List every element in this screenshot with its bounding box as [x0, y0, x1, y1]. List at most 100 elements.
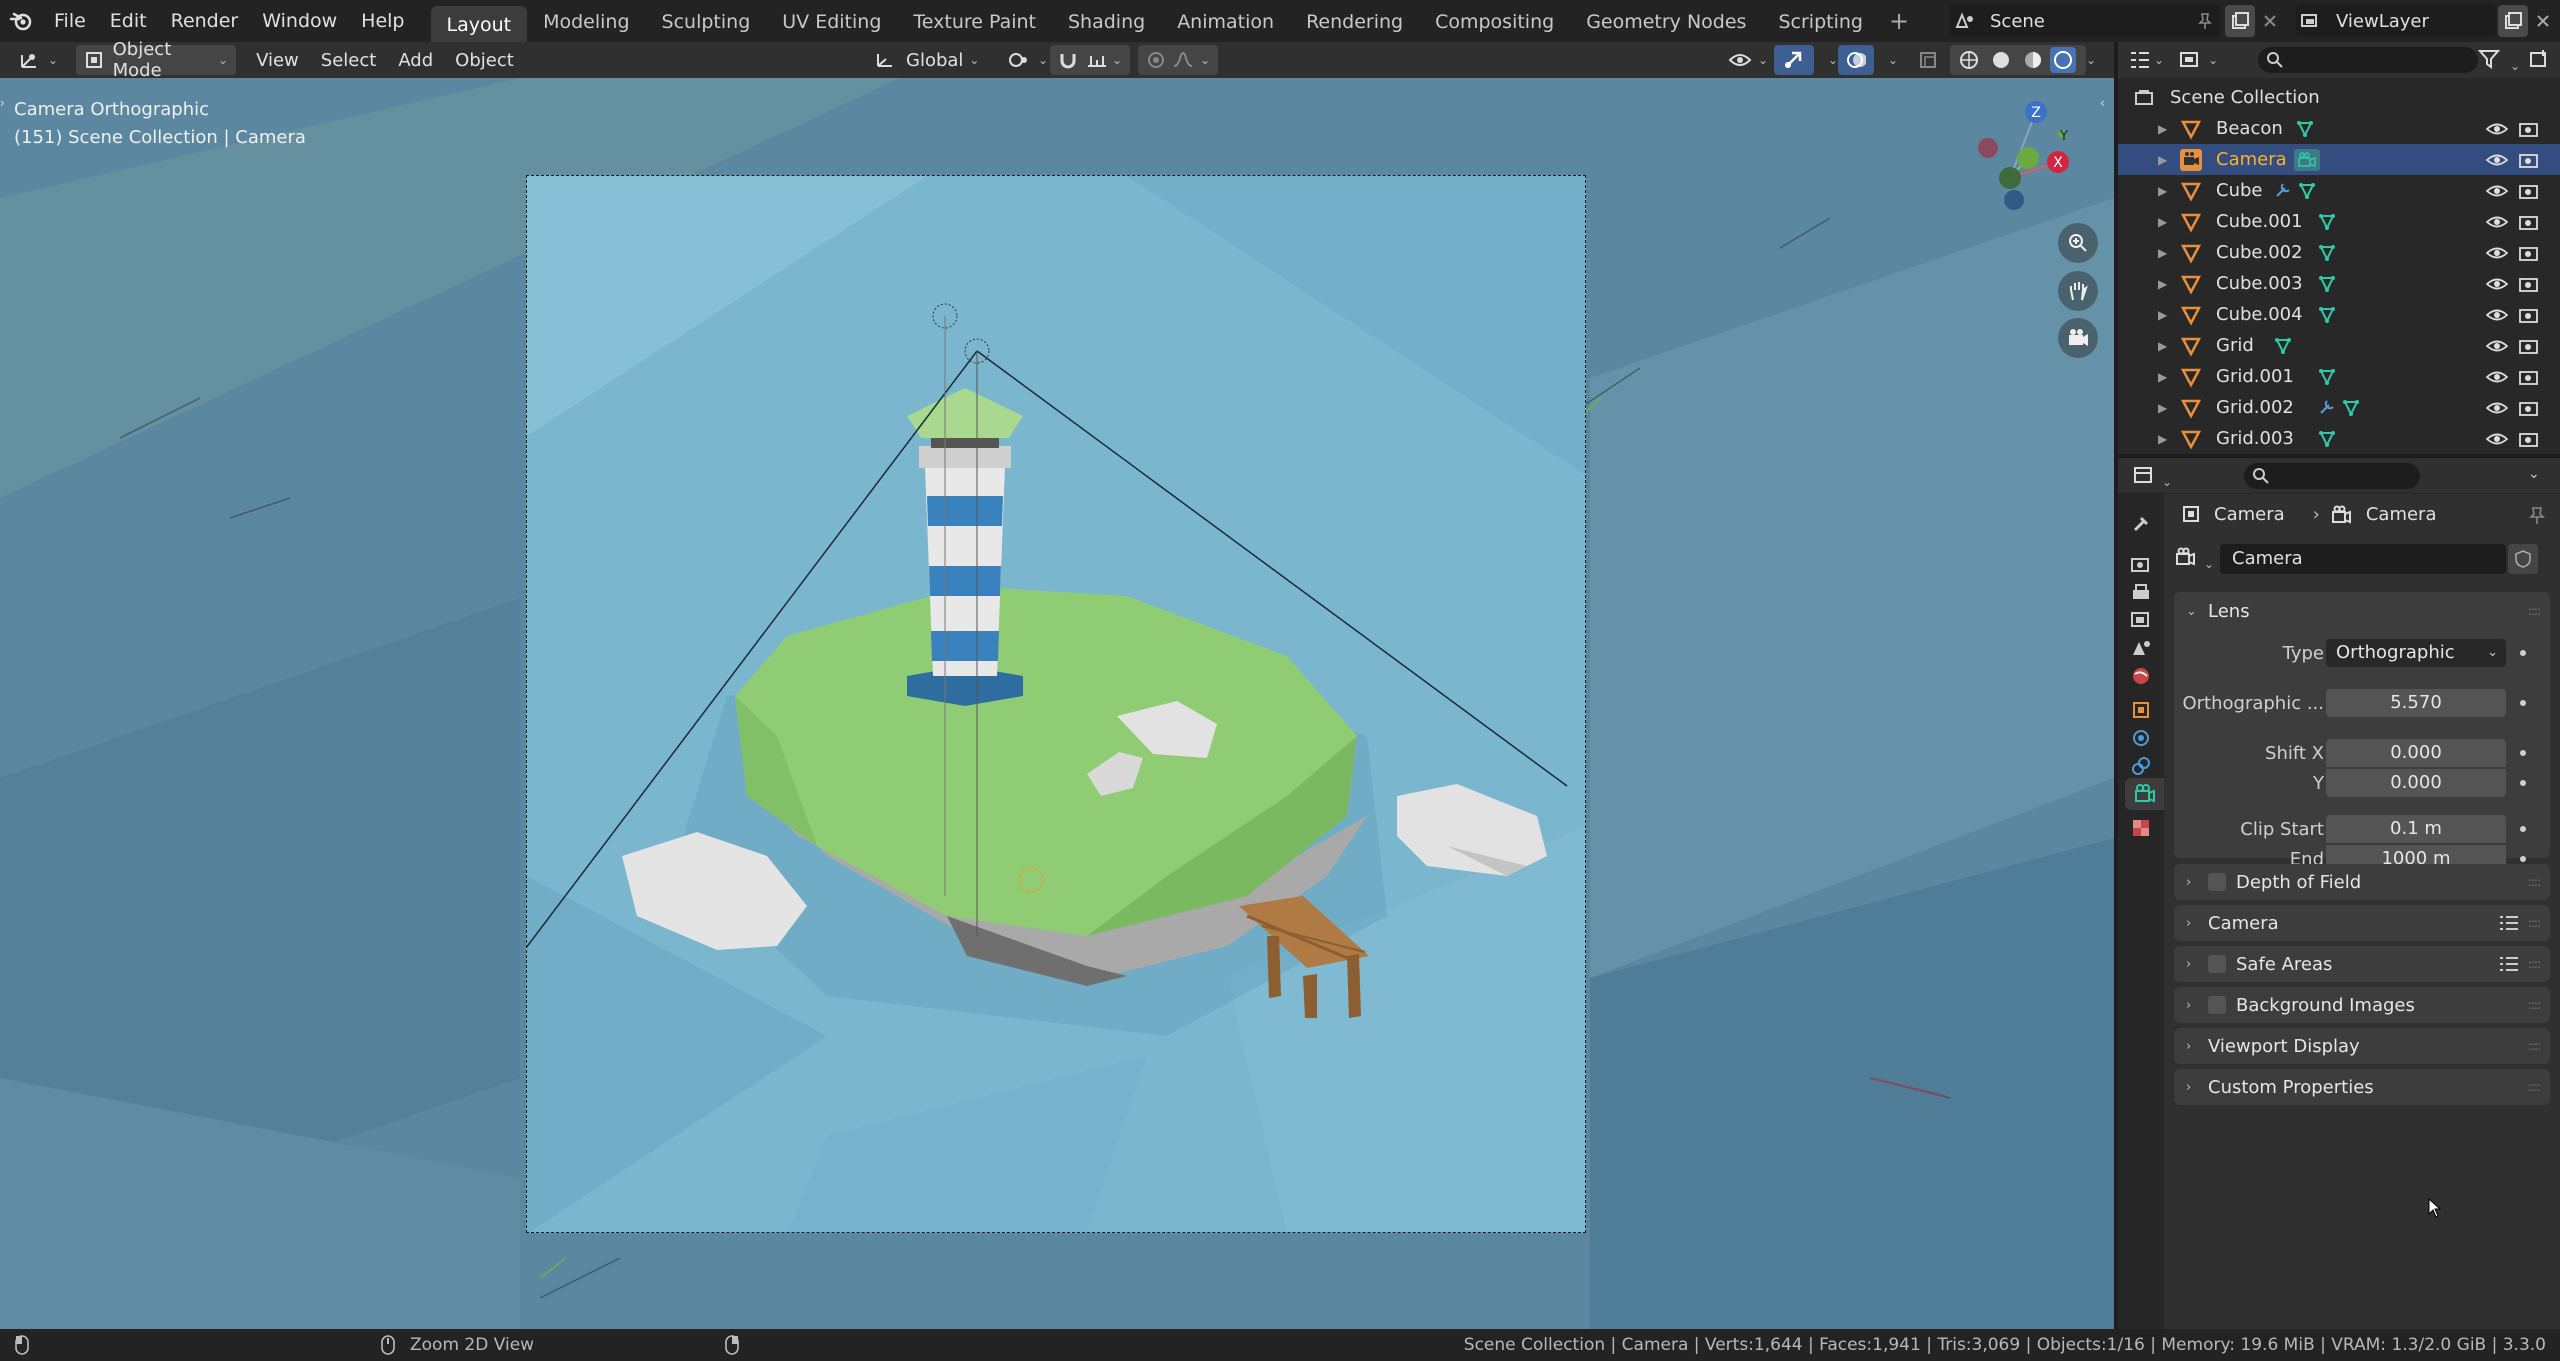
expand-triangle-icon[interactable]: ▶	[2158, 308, 2167, 322]
mesh-data-icon[interactable]	[2318, 244, 2336, 262]
delete-view-layer-icon[interactable]	[2528, 5, 2558, 37]
solid-shading-icon[interactable]	[1990, 49, 2012, 71]
blender-logo-icon[interactable]	[0, 0, 42, 42]
outliner-item[interactable]: ▶ Beacon	[2118, 113, 2560, 144]
modifier-wrench-icon[interactable]	[2318, 398, 2336, 421]
mode-dropdown[interactable]: Object Mode ⌄	[76, 39, 237, 81]
background-images-panel[interactable]: › Background Images::::	[2174, 987, 2550, 1023]
expand-triangle-icon[interactable]: ▶	[2158, 339, 2167, 353]
expand-triangle-icon[interactable]: ▶	[2158, 277, 2167, 291]
drag-handle-icon[interactable]: ::::	[2528, 998, 2541, 1012]
shift-y-field[interactable]: 0.000	[2326, 769, 2506, 797]
outliner-filter-button[interactable]: ⌄	[2477, 48, 2520, 75]
depth-of-field-panel[interactable]: › Depth of Field::::	[2174, 864, 2550, 900]
gizmo-y-axis-icon[interactable]	[2017, 147, 2039, 169]
render-camera-icon[interactable]	[2518, 430, 2540, 448]
shift-x-field[interactable]: 0.000	[2326, 739, 2506, 767]
render-camera-icon[interactable]	[2518, 213, 2540, 231]
outliner-root[interactable]: Scene Collection	[2118, 82, 2560, 113]
camera-data-icon[interactable]	[2294, 148, 2320, 171]
presets-list-icon[interactable]	[2498, 913, 2520, 933]
menu-edit[interactable]: Edit	[98, 0, 159, 42]
tab-geometry-nodes[interactable]: Geometry Nodes	[1570, 0, 1762, 42]
tab-animation[interactable]: Animation	[1161, 0, 1290, 42]
transform-orientation-dropdown[interactable]: Global ⌄	[866, 45, 987, 75]
eye-icon[interactable]	[2486, 337, 2508, 355]
outliner-search-input[interactable]	[2258, 47, 2478, 73]
tab-scripting[interactable]: Scripting	[1762, 0, 1879, 42]
menu-help[interactable]: Help	[349, 0, 416, 42]
eye-icon[interactable]	[2486, 151, 2508, 169]
display-mode-icon[interactable]	[2178, 49, 2202, 71]
drag-handle-icon[interactable]: ::::	[2528, 916, 2541, 930]
tab-sculpting[interactable]: Sculpting	[646, 0, 767, 42]
camera-view-icon[interactable]	[2058, 318, 2098, 358]
visibility-dropdown[interactable]: ⌄	[1720, 45, 1776, 75]
tab-texture-paint[interactable]: Texture Paint	[897, 0, 1052, 42]
eye-icon[interactable]	[2486, 399, 2508, 417]
render-camera-icon[interactable]	[2518, 275, 2540, 293]
expand-triangle-icon[interactable]: ▶	[2158, 246, 2167, 260]
overlays-toggle[interactable]	[1838, 45, 1874, 75]
eye-icon[interactable]	[2486, 213, 2508, 231]
outliner-item[interactable]: ▶ Cube	[2118, 175, 2560, 206]
safe-areas-checkbox[interactable]	[2208, 955, 2226, 973]
eye-icon[interactable]	[2486, 182, 2508, 200]
render-camera-icon[interactable]	[2518, 337, 2540, 355]
modifier-wrench-icon[interactable]	[2274, 181, 2292, 204]
mesh-data-icon[interactable]	[2318, 430, 2336, 448]
render-camera-icon[interactable]	[2518, 244, 2540, 262]
datablock-browse[interactable]: ⌄	[2174, 546, 2214, 573]
tab-compositing[interactable]: Compositing	[1419, 0, 1570, 42]
wireframe-shading-icon[interactable]	[1958, 49, 1980, 71]
background-images-checkbox[interactable]	[2208, 996, 2226, 1014]
snap-toggle[interactable]: ⌄	[1050, 45, 1130, 75]
pin-icon[interactable]	[2528, 506, 2546, 531]
properties-search-input[interactable]	[2244, 463, 2420, 489]
viewport-display-panel[interactable]: › Viewport Display::::	[2174, 1028, 2550, 1064]
expand-triangle-icon[interactable]: ▶	[2158, 184, 2167, 198]
overlays-dropdown[interactable]: ⌄	[1874, 45, 1906, 75]
camera-datablock-field[interactable]: Camera	[2220, 544, 2506, 574]
navigation-gizmo[interactable]: Z X Y	[1966, 98, 2086, 218]
toolbar-expand-icon[interactable]: ›	[0, 96, 5, 110]
expand-triangle-icon[interactable]: ▶	[2158, 122, 2167, 136]
outliner-item[interactable]: ▶ Cube.003	[2118, 268, 2560, 299]
keyframe-dot-icon[interactable]	[2520, 856, 2526, 862]
menu-object[interactable]: Object	[447, 45, 522, 75]
render-camera-icon[interactable]	[2518, 120, 2540, 138]
3d-viewport[interactable]: Camera Orthographic (151) Scene Collecti…	[0, 78, 2114, 1329]
texture-tab-icon[interactable]	[2125, 812, 2157, 844]
custom-properties-panel[interactable]: › Custom Properties::::	[2174, 1069, 2550, 1105]
expand-triangle-icon[interactable]: ▶	[2158, 215, 2167, 229]
keyframe-dot-icon[interactable]	[2520, 650, 2526, 656]
mesh-data-icon[interactable]	[2298, 182, 2316, 200]
drag-handle-icon[interactable]: ::::	[2528, 875, 2541, 889]
menu-file[interactable]: File	[42, 0, 98, 42]
add-workspace-icon[interactable]: +	[1879, 7, 1919, 35]
mesh-data-icon[interactable]	[2318, 306, 2336, 324]
view-layer-name[interactable]: ViewLayer	[2326, 11, 2496, 32]
scene-selector[interactable]: Scene	[1950, 5, 2220, 37]
eye-icon[interactable]	[2486, 244, 2508, 262]
view-layer-icon[interactable]	[2296, 5, 2326, 37]
mesh-data-icon[interactable]	[2318, 368, 2336, 386]
render-camera-icon[interactable]	[2518, 151, 2540, 169]
scene-icon[interactable]	[1950, 5, 1980, 37]
tool-tab-icon[interactable]	[2125, 508, 2157, 540]
render-camera-icon[interactable]	[2518, 182, 2540, 200]
outliner-item[interactable]: ▶ Grid.001	[2118, 361, 2560, 392]
safe-areas-panel[interactable]: › Safe Areas ::::	[2174, 946, 2550, 982]
render-camera-icon[interactable]	[2518, 368, 2540, 386]
keyframe-dot-icon[interactable]	[2520, 750, 2526, 756]
material-shading-icon[interactable]	[2022, 49, 2044, 71]
render-camera-icon[interactable]	[2518, 399, 2540, 417]
expand-triangle-icon[interactable]: ▶	[2158, 370, 2167, 384]
tab-rendering[interactable]: Rendering	[1290, 0, 1419, 42]
camera-panel[interactable]: › Camera ::::	[2174, 905, 2550, 941]
new-collection-button[interactable]	[2528, 48, 2550, 75]
properties-editor-type[interactable]: ⌄	[2132, 464, 2172, 491]
menu-render[interactable]: Render	[159, 0, 251, 42]
keyframe-dot-icon[interactable]	[2520, 826, 2526, 832]
tab-layout[interactable]: Layout	[430, 6, 528, 42]
